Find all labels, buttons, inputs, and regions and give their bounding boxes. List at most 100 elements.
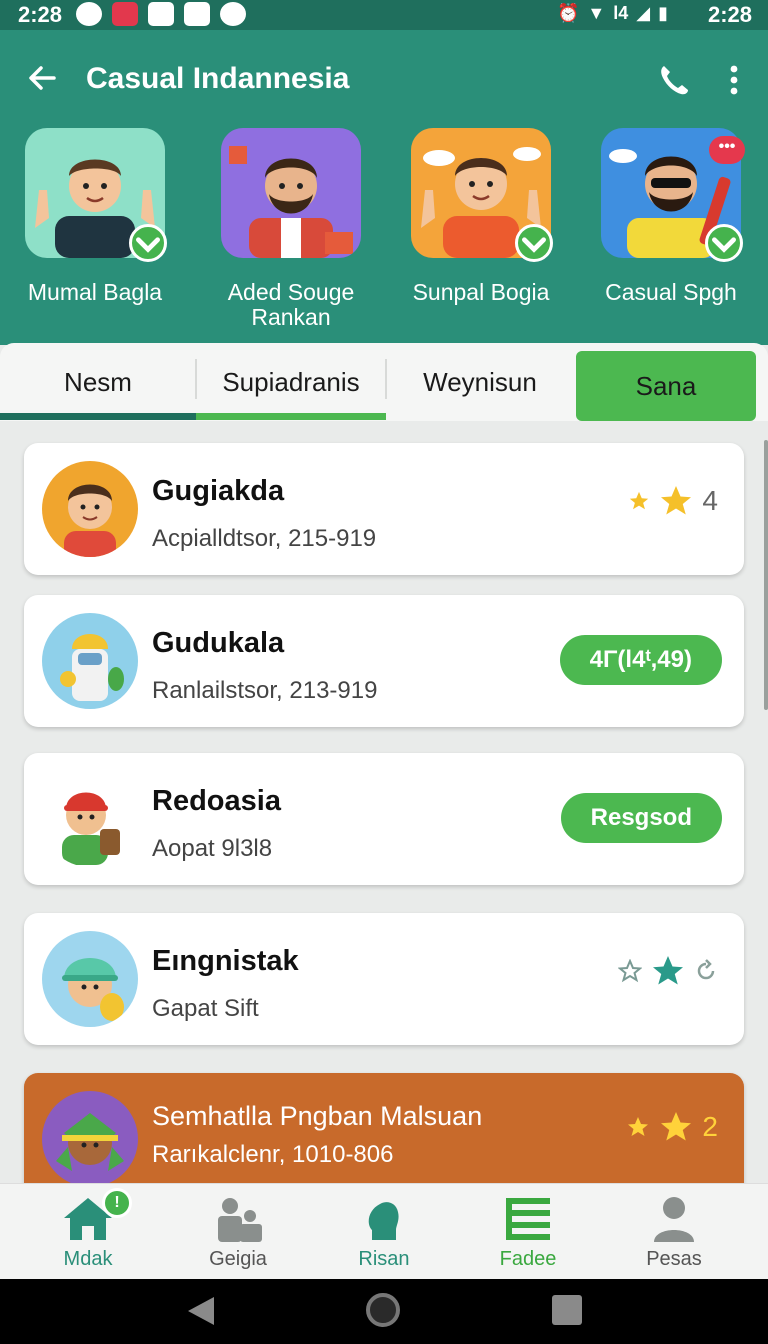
star-outline-icon	[618, 959, 642, 983]
nav-icon-wrap	[210, 1194, 266, 1244]
system-icons: ⏰ ▼ l4 ◢ ▮	[557, 3, 668, 24]
avatar	[25, 128, 167, 262]
rating	[618, 953, 718, 989]
contacts-row: Mumal Bagla Aded Souge Rankan Sunpal Bog…	[0, 128, 768, 338]
nav-item-pesas[interactable]: Pesas	[614, 1194, 734, 1271]
arrow-left-icon	[29, 66, 56, 90]
item-subtitle: Gapat Sift	[152, 995, 259, 1022]
refresh-icon	[697, 959, 715, 980]
scrollbar[interactable]	[764, 440, 768, 710]
verified-badge	[705, 224, 743, 262]
avatar	[42, 931, 138, 1027]
contact-item[interactable]: Mumal Bagla	[0, 128, 190, 305]
system-navigation-bar	[0, 1279, 768, 1344]
nav-label: Fadee	[499, 1248, 557, 1270]
phone-icon	[661, 66, 688, 95]
notification-badge: !	[102, 1188, 132, 1218]
item-name: Redoasia	[152, 785, 281, 817]
rating: 2	[626, 1109, 718, 1145]
status-time-right: 2:28	[707, 2, 752, 27]
nav-item-geigia[interactable]: Geigia	[178, 1194, 298, 1271]
avatar	[42, 461, 138, 557]
rating: 4	[628, 483, 718, 519]
item-name: Gudukala	[152, 627, 285, 659]
rating-value: 4	[702, 485, 718, 516]
contact-item[interactable]: Aded Souge Rankan	[196, 128, 386, 330]
nav-item-mdak[interactable]: ! Mdak	[28, 1188, 148, 1271]
nav-icon-wrap: !	[60, 1188, 132, 1244]
contact-name: Aded Souge Rankan	[227, 279, 355, 330]
signal-icon: ◢	[636, 3, 651, 23]
rating-value: 2	[702, 1111, 718, 1142]
notification-icon	[112, 2, 138, 26]
list-item[interactable]: Eıngnistak Gapat Sift	[24, 913, 744, 1045]
bottom-navigation: ! Mdak Geigia Risan Fadee Pesas	[0, 1183, 768, 1279]
nav-label: Geigia	[209, 1248, 267, 1270]
more-badge: •••	[709, 136, 745, 164]
item-name: Eıngnistak	[152, 945, 299, 977]
contact-item[interactable]: Sunpal Bogia	[386, 128, 576, 305]
nav-icon-wrap	[500, 1194, 556, 1244]
item-name: Semhatlla Pngban Malsuan	[152, 1101, 483, 1131]
page-title: Casual Indannesia	[86, 62, 350, 95]
star-icon	[653, 956, 683, 985]
star-icon	[661, 1112, 692, 1141]
tab-indicator	[196, 413, 386, 420]
notification-icon	[148, 2, 174, 26]
system-recents-button[interactable]	[552, 1295, 582, 1325]
status-pill-button[interactable]: 4Γ(l4ᵗ,49)	[559, 635, 722, 685]
verified-badge	[129, 224, 167, 262]
app-bar: Casual Indannesia	[0, 48, 768, 110]
list-item[interactable]: Gugiakda Acpialldtsor, 215-919 4	[24, 443, 744, 575]
status-pill-button[interactable]: Resgsod	[560, 793, 722, 843]
chess-piece-icon	[368, 1202, 399, 1240]
back-button[interactable]	[24, 60, 60, 96]
contact-item[interactable]: ••• Casual Spgh	[576, 128, 766, 305]
tab-weynisun[interactable]: Weynisun	[386, 343, 574, 421]
notification-icon	[220, 2, 246, 26]
call-button[interactable]	[656, 62, 692, 98]
check-icon	[136, 237, 160, 253]
network-label: l4	[613, 3, 629, 23]
nav-item-fadee[interactable]: Fadee	[468, 1194, 588, 1271]
star-icon	[628, 1117, 649, 1136]
avatar	[221, 128, 361, 258]
check-icon	[522, 237, 546, 253]
item-name: Gugiakda	[152, 475, 285, 507]
person-icon	[654, 1197, 694, 1242]
check-icon	[712, 237, 736, 253]
list-item[interactable]: Redoasia Aopat 9l3l8 Resgsod	[24, 753, 744, 885]
verified-badge	[515, 224, 553, 262]
system-home-button[interactable]	[366, 1293, 400, 1327]
wifi-icon: ▼	[587, 3, 606, 23]
avatar: •••	[601, 128, 745, 262]
star-icon	[661, 486, 692, 515]
nav-icon-wrap	[356, 1194, 412, 1244]
list-icon	[506, 1198, 550, 1240]
nav-item-risan[interactable]: Risan	[324, 1194, 444, 1271]
system-back-button[interactable]	[186, 1295, 216, 1327]
avatar	[42, 771, 138, 867]
status-time: 2:28	[18, 2, 63, 27]
item-subtitle: Rarıkalclenr, 1010-806	[152, 1141, 394, 1168]
app-header: 2:28 ⏰ ▼ l4 ◢ ▮ 2:28 Casual Indannesia M…	[0, 0, 768, 345]
nav-icon-wrap	[646, 1194, 702, 1244]
avatar	[411, 128, 553, 262]
tab-sana[interactable]: Sana	[576, 351, 756, 421]
tab-nesm[interactable]: Nesm	[0, 343, 196, 421]
item-subtitle: Acpialldtsor, 215-919	[152, 525, 377, 552]
tab-bar: Nesm Supiadranis Weynisun Sana	[0, 343, 768, 421]
tab-supiadranis[interactable]: Supiadranis	[196, 343, 386, 421]
list-item-highlighted[interactable]: Semhatlla Pngban Malsuan Rarıkalclenr, 1…	[24, 1073, 744, 1183]
more-options-button[interactable]	[722, 62, 746, 98]
item-subtitle: Aopat 9l3l8	[152, 835, 273, 862]
notification-icon	[184, 2, 210, 26]
notification-icon	[76, 2, 102, 26]
alarm-icon: ⏰	[556, 3, 580, 23]
tab-indicator	[0, 413, 196, 420]
notification-icons	[76, 2, 246, 26]
chat-list: Gugiakda Acpialldtsor, 215-919 4 Gudukal…	[0, 421, 768, 1183]
nav-label: Pesas	[646, 1248, 702, 1270]
list-item[interactable]: Gudukala Ranlailstsor, 213-919 4Γ(l4ᵗ,49…	[24, 595, 744, 727]
avatar	[42, 613, 138, 709]
